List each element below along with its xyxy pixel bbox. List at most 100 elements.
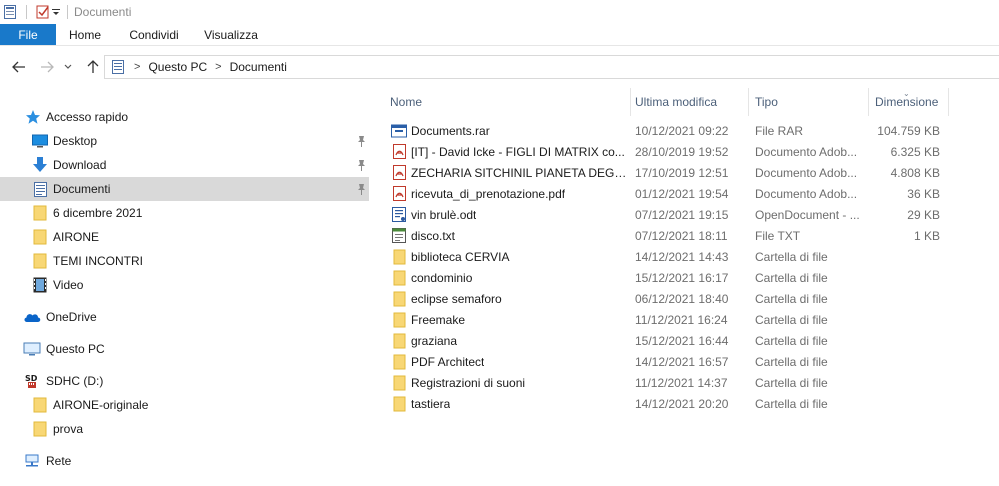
table-row[interactable]: ZECHARIA SITCHINIL PIANETA DEGLI ... 17/… bbox=[385, 162, 999, 183]
pdf-icon bbox=[391, 144, 407, 160]
file-type: Cartella di file bbox=[755, 312, 828, 327]
file-list: Nome Ultima modifica Tipo Dimensione ⌄ D… bbox=[385, 88, 999, 486]
table-row[interactable]: graziana 15/12/2021 16:44 Cartella di fi… bbox=[385, 330, 999, 351]
tab-file[interactable]: File bbox=[0, 24, 56, 45]
breadcrumb-questo-pc[interactable]: Questo PC bbox=[148, 60, 207, 74]
customize-toolbar-icon[interactable] bbox=[51, 4, 61, 20]
table-row[interactable]: tastiera 14/12/2021 20:20 Cartella di fi… bbox=[385, 393, 999, 414]
folder-icon bbox=[32, 253, 48, 269]
file-date: 14/12/2021 16:57 bbox=[635, 354, 729, 369]
table-row[interactable]: Documents.rar 10/12/2021 09:22 File RAR … bbox=[385, 120, 999, 141]
file-size bbox=[865, 372, 940, 393]
sidebar-item-label: OneDrive bbox=[46, 310, 97, 324]
file-name: tastiera bbox=[411, 396, 451, 411]
arrow-left-icon bbox=[12, 61, 25, 73]
checklist-icon[interactable] bbox=[35, 4, 51, 20]
sidebar-item-sdhc[interactable]: SD SDHC (D:) bbox=[0, 369, 369, 393]
table-row[interactable]: ricevuta_di_prenotazione.pdf 01/12/2021 … bbox=[385, 183, 999, 204]
file-size: 1 KB bbox=[913, 228, 940, 243]
file-name: ricevuta_di_prenotazione.pdf bbox=[411, 186, 566, 201]
column-divider[interactable] bbox=[748, 88, 749, 116]
svg-text:SD: SD bbox=[25, 374, 38, 383]
pdf-icon bbox=[391, 186, 407, 202]
sidebar-item-prova[interactable]: prova bbox=[0, 417, 369, 441]
table-row[interactable]: eclipse semaforo 06/12/2021 18:40 Cartel… bbox=[385, 288, 999, 309]
file-date: 15/12/2021 16:17 bbox=[635, 270, 729, 285]
sidebar-item-airone-originale[interactable]: AIRONE-originale bbox=[0, 393, 369, 417]
column-divider[interactable] bbox=[868, 88, 869, 116]
column-divider[interactable] bbox=[948, 88, 949, 116]
file-type: Cartella di file bbox=[755, 375, 828, 390]
back-button[interactable] bbox=[8, 56, 30, 78]
sidebar-item-label: Video bbox=[53, 278, 84, 292]
file-size bbox=[865, 267, 940, 288]
recent-locations-button[interactable] bbox=[61, 56, 75, 78]
sidebar-item-onedrive[interactable]: OneDrive bbox=[0, 305, 369, 329]
file-type: Cartella di file bbox=[755, 270, 828, 285]
file-date: 07/12/2021 18:11 bbox=[635, 228, 728, 243]
table-row[interactable]: disco.txt 07/12/2021 18:11 File TXT 1 KB bbox=[385, 225, 999, 246]
up-button[interactable] bbox=[82, 56, 104, 78]
breadcrumb-chevron-icon[interactable]: > bbox=[215, 61, 221, 73]
tab-condividi[interactable]: Condividi bbox=[114, 24, 194, 45]
sidebar-item-label: 6 dicembre 2021 bbox=[53, 206, 143, 220]
sidebar-item-6-dicembre-2021[interactable]: 6 dicembre 2021 bbox=[0, 201, 369, 225]
table-row[interactable]: Registrazioni di suoni 11/12/2021 14:37 … bbox=[385, 372, 999, 393]
table-row[interactable]: condominio 15/12/2021 16:17 Cartella di … bbox=[385, 267, 999, 288]
table-row[interactable]: vin brulè.odt 07/12/2021 19:15 OpenDocum… bbox=[385, 204, 999, 225]
folder-icon bbox=[32, 421, 48, 437]
column-header-type[interactable]: Tipo bbox=[750, 88, 868, 116]
file-name: eclipse semaforo bbox=[411, 291, 502, 306]
pin-icon[interactable] bbox=[355, 182, 367, 196]
sidebar-item-rete[interactable]: Rete bbox=[0, 449, 369, 473]
file-size: 36 KB bbox=[907, 186, 940, 201]
sidebar-item-temi-incontri[interactable]: TEMI INCONTRI bbox=[0, 249, 369, 273]
sidebar-item-label: AIRONE-originale bbox=[53, 398, 149, 412]
properties-icon[interactable] bbox=[2, 4, 18, 20]
arrow-up-icon bbox=[87, 60, 99, 73]
file-type: Cartella di file bbox=[755, 249, 828, 264]
sidebar-item-desktop[interactable]: Desktop bbox=[0, 129, 369, 153]
file-name: ZECHARIA SITCHINIL PIANETA DEGLI ... bbox=[411, 165, 629, 180]
file-type: Cartella di file bbox=[755, 333, 828, 348]
sidebar-item-documenti[interactable]: Documenti bbox=[0, 177, 369, 201]
sidebar-item-label: Desktop bbox=[53, 134, 98, 148]
computer-icon bbox=[23, 341, 41, 357]
file-date: 11/12/2021 14:37 bbox=[635, 375, 728, 390]
sidebar-item-video[interactable]: Video bbox=[0, 273, 369, 297]
tab-home[interactable]: Home bbox=[56, 24, 114, 45]
file-date: 15/12/2021 16:44 bbox=[635, 333, 729, 348]
sidebar-item-label: AIRONE bbox=[53, 230, 100, 244]
documents-location-icon bbox=[110, 59, 126, 75]
video-icon bbox=[32, 277, 48, 293]
documents-icon bbox=[32, 181, 48, 197]
forward-button[interactable] bbox=[36, 56, 58, 78]
file-type: File RAR bbox=[755, 123, 804, 138]
title-separator bbox=[67, 5, 68, 19]
address-bar[interactable]: > Questo PC > Documenti bbox=[104, 55, 999, 79]
table-row[interactable]: Freemake 11/12/2021 16:24 Cartella di fi… bbox=[385, 309, 999, 330]
file-size bbox=[865, 393, 940, 414]
sidebar-item-accesso-rapido[interactable]: Accesso rapido bbox=[0, 105, 369, 129]
sidebar-item-label: Accesso rapido bbox=[46, 110, 129, 124]
quick-access-separator bbox=[26, 5, 27, 19]
pin-icon[interactable] bbox=[355, 158, 367, 172]
table-row[interactable]: biblioteca CERVIA 14/12/2021 14:43 Carte… bbox=[385, 246, 999, 267]
table-row[interactable]: PDF Architect 14/12/2021 16:57 Cartella … bbox=[385, 351, 999, 372]
column-header-date[interactable]: Ultima modifica bbox=[630, 88, 748, 116]
breadcrumb-chevron-icon[interactable]: > bbox=[134, 61, 140, 73]
ribbon-tabs: File Home Condividi Visualizza bbox=[0, 24, 999, 46]
sidebar-item-airone[interactable]: AIRONE bbox=[0, 225, 369, 249]
file-size: 29 KB bbox=[907, 207, 940, 222]
tab-visualizza[interactable]: Visualizza bbox=[194, 24, 268, 45]
sidebar-item-download[interactable]: Download bbox=[0, 153, 369, 177]
pin-icon[interactable] bbox=[355, 134, 367, 148]
breadcrumb-documenti[interactable]: Documenti bbox=[230, 60, 287, 74]
file-name: condominio bbox=[411, 270, 473, 285]
table-row[interactable]: [IT] - David Icke - FIGLI DI MATRIX co..… bbox=[385, 141, 999, 162]
folder-icon bbox=[391, 396, 407, 412]
column-header-name[interactable]: Nome bbox=[385, 88, 630, 116]
sidebar-item-label: Download bbox=[53, 158, 107, 172]
sidebar-item-questo-pc[interactable]: Questo PC bbox=[0, 337, 369, 361]
file-type: Documento Adob... bbox=[755, 144, 858, 159]
